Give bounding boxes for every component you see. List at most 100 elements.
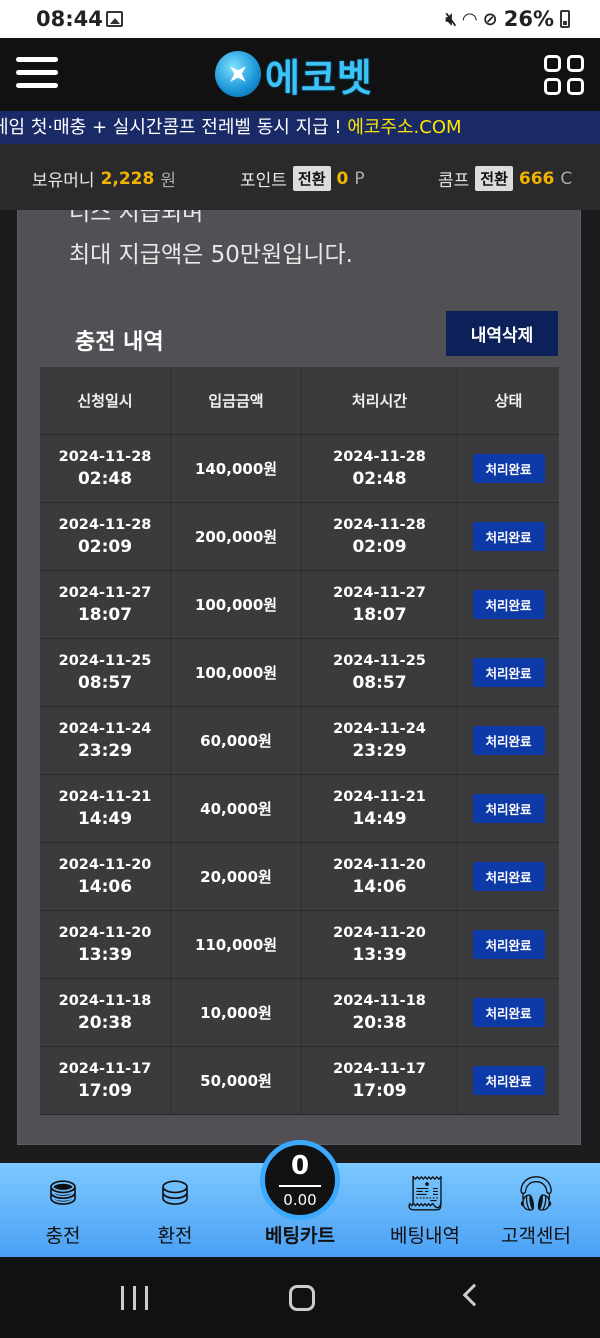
nav-label: 고객센터 [501,1225,571,1247]
cart-label[interactable]: 베팅카트 [245,1221,355,1248]
processed-datetime: 2024-11-17 17:09 [302,1047,458,1114]
logo-text: 에코벳 [265,55,373,100]
amount-value: 50,000원 [200,1072,272,1090]
receipt-icon: 🧾︎ [403,1174,447,1214]
processed-date: 2024-11-25 [333,652,426,669]
table-row: 2024-11-25 08:57 100,000원 2024-11-25 08:57 처리… [40,639,559,707]
withdraw-coins-icon: ⛁ [160,1174,190,1214]
deposit-amount: 10,000원 [171,979,302,1046]
notice-line-1: 너스 지급되며 [69,210,204,226]
status-cell: 처리완료 [458,911,559,978]
status-cell: 처리완료 [458,503,559,570]
processed-date: 2024-11-20 [333,924,426,941]
status-cell: 처리완료 [458,571,559,638]
request-datetime: 2024-11-28 02:09 [40,503,171,570]
history-title: 충전 내역 [75,330,164,355]
status-badge: 처리완료 [472,998,545,1027]
processed-time: 08:57 [352,672,407,693]
processed-time: 14:49 [352,808,407,829]
point-balance: 포인트 전환 0 P [240,166,365,191]
request-date: 2024-11-21 [58,788,152,805]
marquee-link[interactable]: 에코주소.COM [347,117,461,138]
notice-marquee: 게임 첫·매충 + 실시간콤프 전레벨 동시 지급 ! 에코주소.COM [0,111,600,144]
processed-date: 2024-11-27 [333,584,426,601]
nav-withdraw[interactable]: ⛁ 환전 [120,1163,230,1257]
deposit-panel: 너스 지급되며 최대 지급액은 50만원입니다. 충전 내역 내역삭제 신청일시… [17,210,581,1145]
column-header: 처리시간 [302,367,458,434]
system-nav-bar [0,1257,600,1338]
nav-label: 베팅내역 [390,1225,460,1247]
status-cell: 처리완료 [458,639,559,706]
processed-datetime: 2024-11-18 20:38 [302,979,458,1046]
processed-time: 14:06 [352,876,407,897]
processed-datetime: 2024-11-28 02:09 [302,503,458,570]
amount-value: 60,000원 [200,732,272,750]
amount-value: 40,000원 [200,800,272,818]
status-badge: 처리완료 [472,930,545,959]
request-datetime: 2024-11-20 14:06 [40,843,171,910]
amount-value: 10,000원 [200,1004,272,1022]
table-row: 2024-11-24 23:29 60,000원 2024-11-24 23:29 처리완… [40,707,559,775]
request-date: 2024-11-25 [58,652,152,669]
table-row: 2024-11-20 13:39 110,000원 2024-11-20 13:39 처리… [40,911,559,979]
processed-datetime: 2024-11-20 13:39 [302,911,458,978]
request-date: 2024-11-18 [58,992,152,1009]
menu-icon[interactable] [16,55,58,91]
logo-mark-icon [215,51,261,97]
app-header: 에코벳 [0,38,600,111]
processed-datetime: 2024-11-25 08:57 [302,639,458,706]
home-icon[interactable] [289,1285,315,1311]
deposit-amount: 50,000원 [171,1047,302,1114]
nav-deposit[interactable]: ⛃ 충전 [8,1163,118,1257]
point-label: 포인트 [240,171,287,191]
money-label: 보유머니 [32,171,95,191]
amount-value: 20,000원 [200,868,272,886]
nav-label: 충전 [45,1225,81,1247]
cart-amount: 0.00 [283,1191,317,1209]
deposit-amount: 100,000원 [171,639,302,706]
request-date: 2024-11-28 [58,448,152,465]
deposit-amount: 40,000원 [171,775,302,842]
cart-count: 0 [290,1151,310,1181]
comp-convert-button[interactable]: 전환 [475,166,513,191]
request-datetime: 2024-11-25 08:57 [40,639,171,706]
status-badge: 처리완료 [472,862,545,891]
wifi-icon: ◠ [462,8,477,30]
processed-datetime: 2024-11-20 14:06 [302,843,458,910]
amount-value: 100,000원 [194,596,278,614]
amount-value: 200,000원 [194,528,278,546]
status-badge: 처리완료 [472,1066,545,1095]
processed-datetime: 2024-11-24 23:29 [302,707,458,774]
table-row: 2024-11-20 14:06 20,000원 2024-11-20 14:06 처리완… [40,843,559,911]
processed-date: 2024-11-17 [333,1060,426,1077]
mute-icon: 🔇︎ [445,8,457,30]
gallery-icon [106,11,123,27]
request-time: 17:09 [77,1080,133,1101]
logo[interactable]: 에코벳 [215,50,373,100]
nav-bet-history[interactable]: 🧾︎ 베팅내역 [370,1163,480,1257]
request-date: 2024-11-24 [58,720,152,737]
request-datetime: 2024-11-21 14:49 [40,775,171,842]
marquee-text: 게임 첫·매충 + 실시간콤프 전레벨 동시 지급 ! [0,117,348,138]
request-datetime: 2024-11-18 20:38 [40,979,171,1046]
processed-datetime: 2024-11-27 18:07 [302,571,458,638]
deposit-amount: 140,000원 [171,435,302,502]
comp-balance: 콤프 전환 666 C [438,166,572,191]
processed-datetime: 2024-11-21 14:49 [302,775,458,842]
delete-history-button[interactable]: 내역삭제 [446,311,558,356]
recent-apps-icon[interactable] [121,1286,149,1310]
point-value: 0 [336,168,349,189]
point-convert-button[interactable]: 전환 [292,166,331,191]
back-icon[interactable] [462,1283,486,1307]
nav-support[interactable]: 🎧︎ 고객센터 [481,1163,591,1257]
processed-date: 2024-11-24 [333,720,426,737]
status-cell: 처리완료 [458,979,559,1046]
bet-cart-button[interactable]: 0 0.00 [260,1140,340,1220]
apps-grid-icon[interactable] [544,55,584,95]
column-header: 상태 [494,392,523,410]
status-badge: 처리완료 [472,726,545,755]
amount-value: 140,000원 [194,460,278,478]
request-time: 13:39 [77,944,133,965]
processed-date: 2024-11-20 [333,856,426,873]
processed-date: 2024-11-28 [333,448,426,465]
